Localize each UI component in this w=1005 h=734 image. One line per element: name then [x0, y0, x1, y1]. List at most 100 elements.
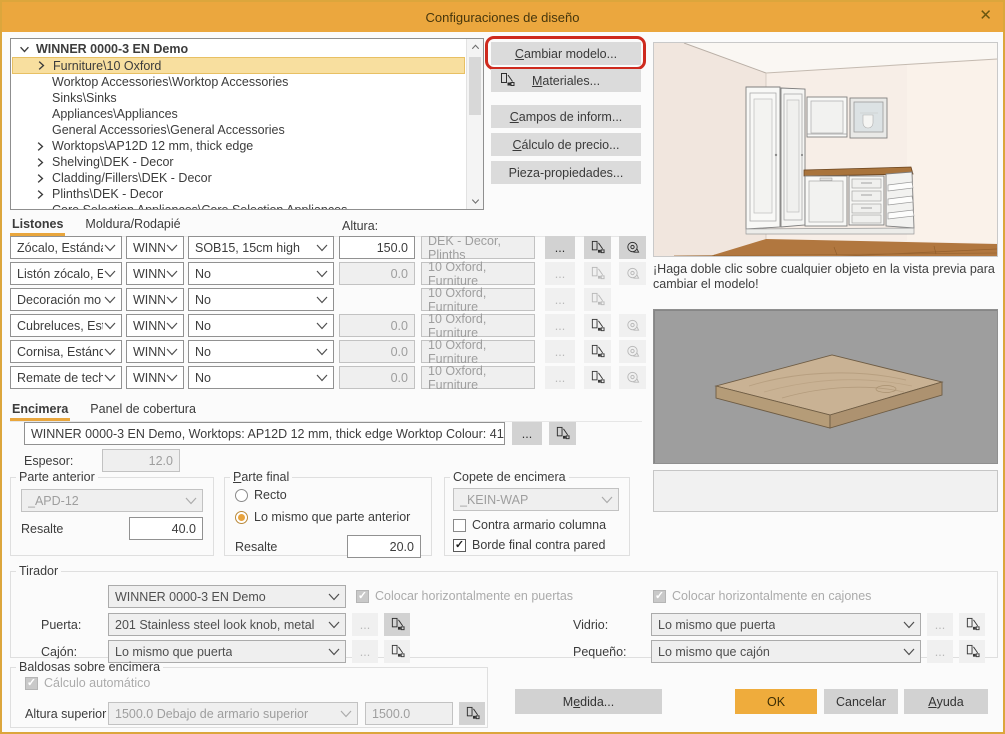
liston-perfil-select[interactable]: SOB15, 15cm high: [188, 236, 334, 259]
tree-item-shelving[interactable]: Shelving\DEK - Decor: [12, 154, 465, 170]
tree-item-core-selection[interactable]: Core Selection Appliances\Core Selection…: [12, 202, 465, 210]
origen-field: 10 Oxford, Furniture: [421, 340, 535, 363]
chevron-down-icon: [165, 244, 178, 252]
tab-moldura-rodapie[interactable]: Moldura/Rodapié: [83, 215, 182, 236]
altura-input[interactable]: 150.0: [339, 236, 415, 259]
liston-catalogo-select[interactable]: WINNE: [126, 340, 184, 363]
liston-catalogo-select[interactable]: WINNE: [126, 288, 184, 311]
vidrio-select[interactable]: Lo mismo que puerta: [651, 613, 921, 636]
altura-input: 0.0: [339, 262, 415, 285]
liston-tipo-select[interactable]: Remate de tech: [10, 366, 122, 389]
vidrio-label: Vidrio:: [573, 618, 608, 632]
close-icon[interactable]: ✕: [979, 7, 992, 25]
chevron-right-icon[interactable]: [34, 156, 47, 169]
pequeno-label: Pequeño:: [573, 645, 627, 659]
chevron-down-icon: [184, 497, 197, 505]
materials-icon: [590, 292, 605, 307]
materials-button[interactable]: Materiales...: [491, 69, 641, 92]
materials-button[interactable]: [584, 340, 611, 363]
chevron-down-icon: [165, 348, 178, 356]
tab-panel-cobertura[interactable]: Panel de cobertura: [88, 400, 198, 421]
pequeno-select[interactable]: Lo mismo que cajón: [651, 640, 921, 663]
resalte-anterior-input[interactable]: 40.0: [129, 517, 203, 540]
info-box-empty: [653, 470, 998, 512]
liston-perfil-select[interactable]: No: [188, 340, 334, 363]
puerta-select[interactable]: 201 Stainless steel look knob, metal: [108, 613, 346, 636]
materials-button[interactable]: [549, 422, 576, 445]
materials-button[interactable]: [384, 613, 410, 636]
materials-button[interactable]: [459, 702, 485, 725]
change-model-button[interactable]: Cambiar modelo...: [491, 42, 641, 65]
liston-perfil-select[interactable]: No: [188, 288, 334, 311]
liston-tipo-select[interactable]: Cornisa, Estánd: [10, 340, 122, 363]
chevron-down-icon: [327, 621, 340, 629]
parte-anterior-select: _APD-12: [21, 489, 203, 512]
liston-tipo-select[interactable]: Listón zócalo, E: [10, 262, 122, 285]
scroll-down-icon[interactable]: [467, 193, 483, 209]
medida-button[interactable]: Medida...: [515, 689, 662, 714]
liston-catalogo-select[interactable]: WINNE: [126, 366, 184, 389]
chevron-down-icon: [902, 621, 915, 629]
tape-measure-button[interactable]: [619, 236, 646, 259]
tree-item-appliances[interactable]: Appliances\Appliances: [12, 106, 465, 122]
materials-button[interactable]: [584, 314, 611, 337]
chevron-right-icon[interactable]: [34, 140, 47, 153]
more-button: ...: [545, 288, 575, 311]
liston-tipo-select[interactable]: Decoración mo: [10, 288, 122, 311]
info-fields-button[interactable]: Campos de inform...: [491, 105, 641, 128]
tape-measure-icon: [625, 344, 640, 359]
scrollbar-thumb[interactable]: [469, 57, 481, 115]
chevron-right-icon[interactable]: [34, 172, 47, 185]
liston-perfil-select[interactable]: No: [188, 314, 334, 337]
help-button[interactable]: Ayuda: [904, 689, 988, 714]
materials-button[interactable]: [584, 366, 611, 389]
checkbox-checked-icon: [653, 590, 666, 603]
liston-perfil-select[interactable]: No: [188, 262, 334, 285]
espesor-label: Espesor:: [24, 454, 73, 468]
tree-item-furniture[interactable]: Furniture\10 Oxford: [12, 57, 465, 74]
liston-catalogo-select[interactable]: WINNE: [126, 314, 184, 337]
chevron-right-icon[interactable]: [35, 59, 48, 72]
liston-catalogo-select[interactable]: WINNE: [126, 262, 184, 285]
kitchen-3d-preview[interactable]: [653, 42, 998, 257]
tree-item-plinths[interactable]: Plinths\DEK - Decor: [12, 186, 465, 202]
check-contra-armario[interactable]: Contra armario columna: [453, 518, 606, 532]
liston-tipo-select[interactable]: Cubreluces, Est: [10, 314, 122, 337]
more-button: ...: [927, 613, 953, 636]
radio-mismo-parte-anterior[interactable]: Lo mismo que parte anterior: [235, 510, 410, 524]
dialog-title: Configuraciones de diseño: [426, 10, 580, 25]
tree-item-worktops[interactable]: Worktops\AP12D 12 mm, thick edge: [12, 138, 465, 154]
tree-item-general-accessories[interactable]: General Accessories\General Accessories: [12, 122, 465, 138]
more-button[interactable]: ...: [512, 422, 542, 445]
tree-item-worktop-accessories[interactable]: Worktop Accessories\Worktop Accessories: [12, 74, 465, 90]
chevron-down-icon: [902, 648, 915, 656]
more-button[interactable]: ...: [545, 236, 575, 259]
tape-measure-icon: [625, 318, 640, 333]
materials-button[interactable]: [584, 236, 611, 259]
radio-recto[interactable]: Recto: [235, 488, 287, 502]
liston-tipo-select[interactable]: Zócalo, Estánda: [10, 236, 122, 259]
price-calculation-button[interactable]: Cálculo de precio...: [491, 133, 641, 156]
liston-perfil-select[interactable]: No: [188, 366, 334, 389]
ok-button[interactable]: OK: [735, 689, 817, 714]
preview-hint: ¡Haga doble clic sobre cualquier objeto …: [653, 262, 998, 292]
chevron-down-icon[interactable]: [18, 43, 31, 56]
tree-item-root[interactable]: WINNER 0000-3 EN Demo: [12, 41, 465, 57]
part-properties-button[interactable]: Pieza-propiedades...: [491, 161, 641, 184]
cancel-button[interactable]: Cancelar: [824, 689, 898, 714]
tree-item-sinks[interactable]: Sinks\Sinks: [12, 90, 465, 106]
origen-field: 10 Oxford, Furniture: [421, 314, 535, 337]
tree-item-cladding[interactable]: Cladding/Fillers\DEK - Decor: [12, 170, 465, 186]
resalte-final-input[interactable]: 20.0: [347, 535, 421, 558]
liston-catalogo-select[interactable]: WINNE: [126, 236, 184, 259]
scroll-up-icon[interactable]: [467, 39, 483, 55]
worktop-material-preview[interactable]: [653, 309, 998, 464]
altura-input: 0.0: [339, 340, 415, 363]
materials-icon: [590, 370, 605, 385]
check-borde-final[interactable]: Borde final contra pared: [453, 538, 605, 552]
tirador-modelo-select[interactable]: WINNER 0000-3 EN Demo: [108, 585, 346, 608]
tab-encimera[interactable]: Encimera: [10, 400, 70, 421]
tree-scrollbar[interactable]: [466, 39, 483, 209]
chevron-right-icon[interactable]: [34, 188, 47, 201]
tab-listones[interactable]: Listones: [10, 215, 65, 236]
